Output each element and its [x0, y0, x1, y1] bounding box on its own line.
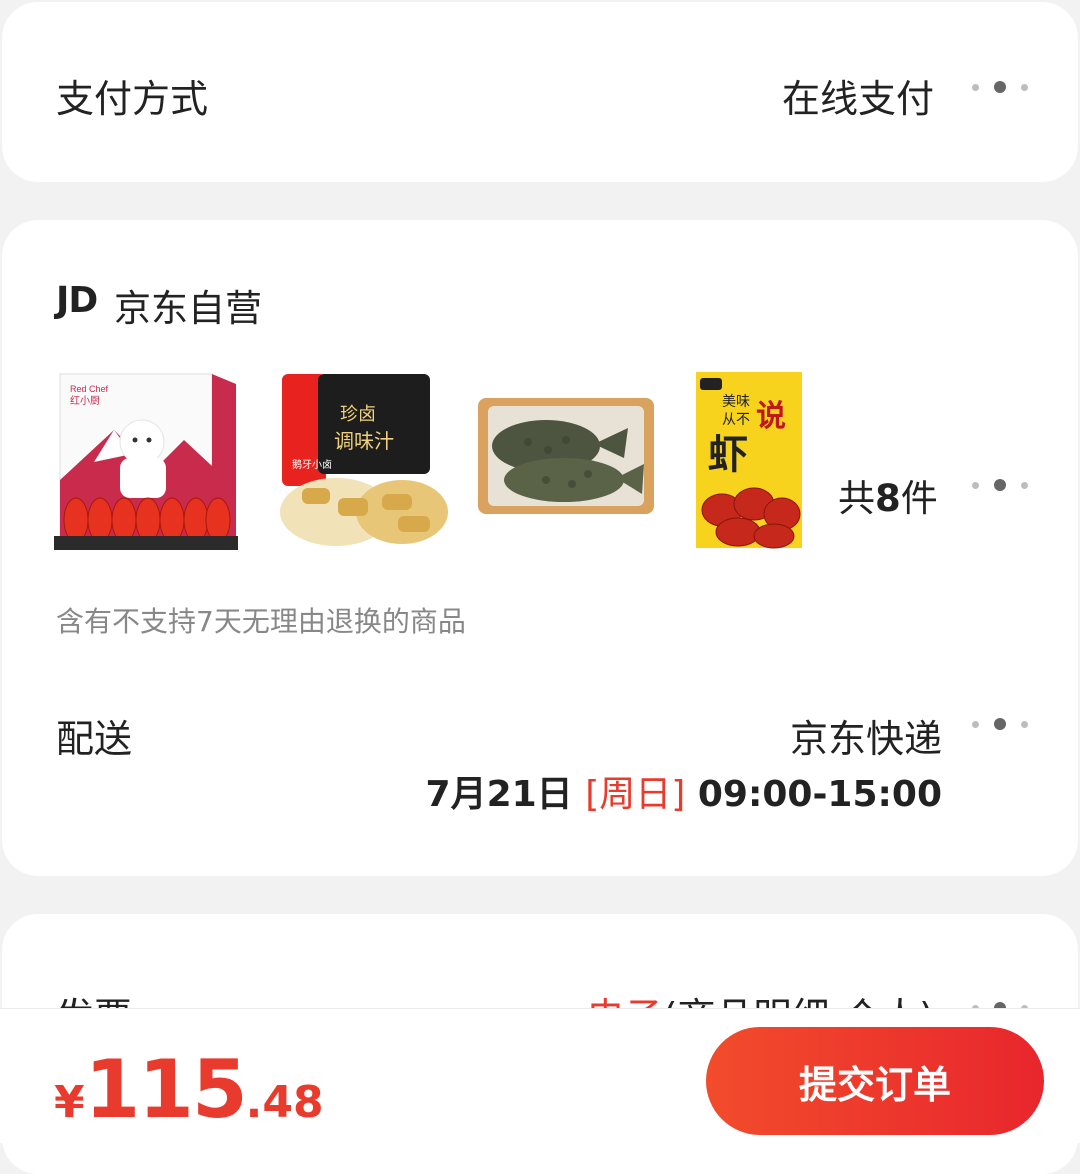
more-options-icon[interactable]: [972, 714, 1028, 734]
product-image: Red Chef 红小厨: [54, 373, 238, 550]
payment-method-value[interactable]: 在线支付: [782, 68, 934, 123]
shipping-label: 配送: [56, 717, 133, 761]
brand-text-cn: 红小厨: [70, 394, 100, 407]
shipping-method-value[interactable]: 京东快递: [790, 708, 942, 763]
product-text-b: 从不: [722, 412, 750, 428]
delivery-date: 7月21日: [425, 774, 573, 815]
price-decimal: .48: [245, 1077, 324, 1128]
product-text-a: 美味: [722, 394, 750, 410]
total-price: ¥115.48: [54, 1043, 324, 1136]
product-image: 珍卤 调味汁 鹅牙小卤: [280, 374, 448, 546]
delivery-time[interactable]: 7月21日 [周日] 09:00-15:00: [426, 765, 942, 817]
product-text-b: 调味汁: [334, 429, 394, 453]
brand-text: Red Chef: [70, 384, 109, 394]
checkout-bar: ¥115.48 提交订单: [0, 1008, 1080, 1143]
store-name: 京东自营: [114, 287, 262, 330]
store-order-card: JD 京东自营 Red Chef 红小厨 珍卤 调味汁 鹅牙小卤 美味 从不 虾…: [2, 220, 1078, 876]
product-side-text: 鹅牙小卤: [292, 458, 332, 471]
item-count-suffix: 件: [900, 477, 938, 520]
product-image: 美味 从不 虾 说: [696, 372, 802, 549]
product-image: [478, 398, 654, 514]
delivery-day: [周日]: [585, 774, 686, 815]
currency-symbol: ¥: [54, 1077, 85, 1128]
item-count[interactable]: 共8件: [838, 468, 938, 522]
price-integer: 115: [84, 1043, 248, 1136]
product-text-d: 说: [756, 399, 786, 434]
item-count-prefix: 共: [838, 477, 875, 520]
product-thumbnail-crayfish-bag[interactable]: 美味 从不 虾 说: [692, 370, 804, 552]
product-thumbnail-crayfish-box[interactable]: Red Chef 红小厨: [54, 370, 238, 552]
item-count-number: 8: [875, 477, 901, 520]
delivery-window: 09:00-15:00: [697, 774, 942, 815]
jd-logo: JD: [56, 280, 98, 321]
payment-method-label: 支付方式: [56, 77, 209, 121]
more-options-icon[interactable]: [972, 475, 1028, 495]
more-options-icon[interactable]: [972, 77, 1028, 97]
product-thumbnail-fish[interactable]: [476, 370, 656, 552]
return-policy-note: 含有不支持7天无理由退换的商品: [56, 605, 466, 638]
product-text-c: 虾: [708, 432, 748, 478]
submit-order-button[interactable]: 提交订单: [706, 1027, 1044, 1135]
product-thumbnail-seasoning[interactable]: 珍卤 调味汁 鹅牙小卤: [278, 370, 448, 552]
payment-method-card[interactable]: 支付方式 在线支付: [2, 2, 1078, 182]
product-text-a: 珍卤: [340, 404, 376, 425]
